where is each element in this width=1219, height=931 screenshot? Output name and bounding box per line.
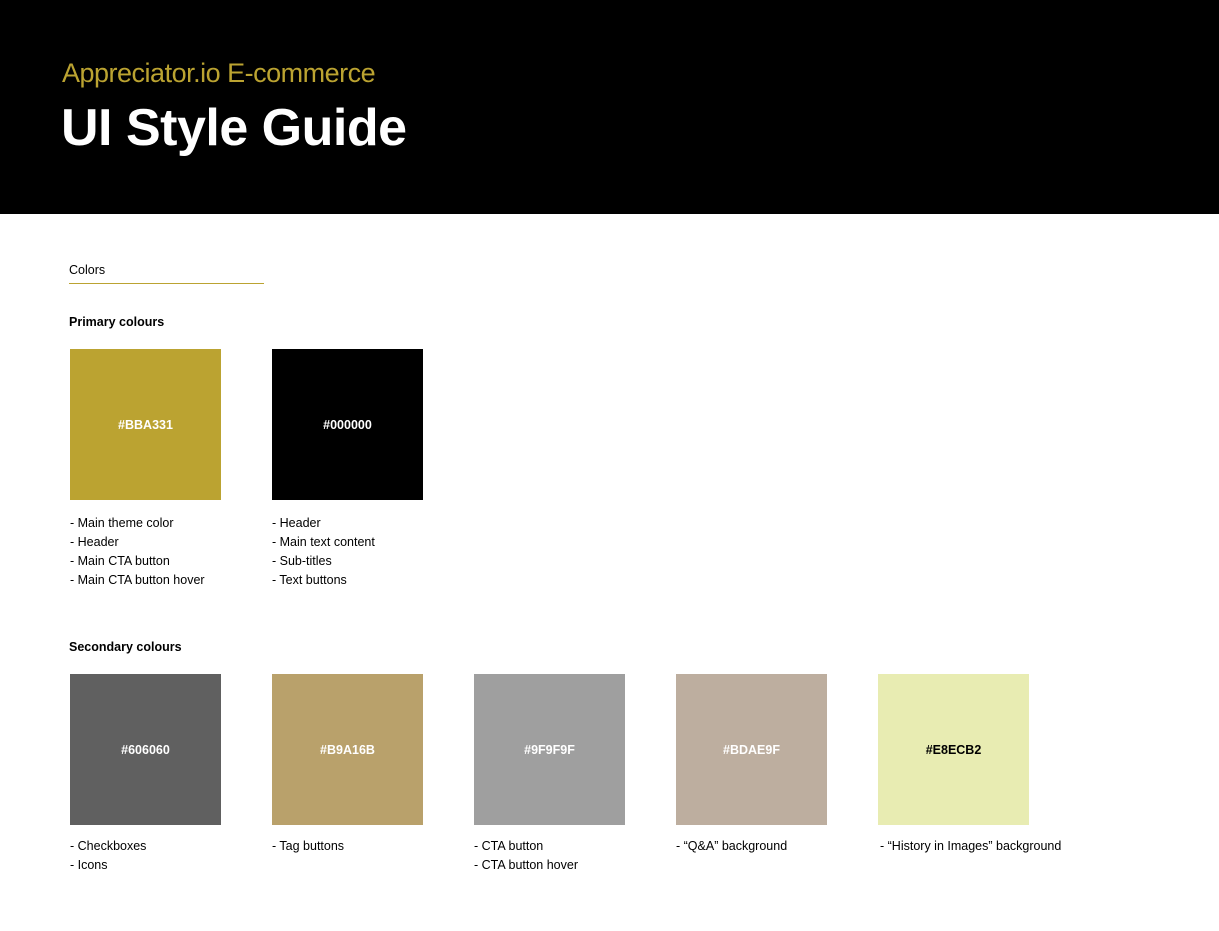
swatch-code: #606060 xyxy=(121,742,170,757)
swatch-usage-list: - Checkboxes - Icons xyxy=(70,837,146,875)
swatch-secondary-2: #9F9F9F xyxy=(474,674,625,825)
page-header: Appreciator.io E-commerce UI Style Guide xyxy=(0,0,1219,214)
swatch-code: #9F9F9F xyxy=(524,742,575,757)
swatch-secondary-3: #BDAE9F xyxy=(676,674,827,825)
usage-item: - Icons xyxy=(70,858,108,872)
swatch-secondary-1: #B9A16B xyxy=(272,674,423,825)
swatch-secondary-0: #606060 xyxy=(70,674,221,825)
swatch-usage-list: - “Q&A” background xyxy=(676,837,787,856)
page-title: UI Style Guide xyxy=(61,99,407,157)
usage-item: - “History in Images” background xyxy=(880,839,1062,853)
usage-item: - Sub-titles xyxy=(272,554,332,568)
usage-item: - Text buttons xyxy=(272,573,347,587)
swatch-code: #BDAE9F xyxy=(723,742,780,757)
swatch-primary-1: #000000 xyxy=(272,349,423,500)
primary-colours-title: Primary colours xyxy=(69,315,165,329)
swatch-code: #000000 xyxy=(323,417,372,432)
header-subtitle: Appreciator.io E-commerce xyxy=(62,58,376,88)
usage-item: - CTA button hover xyxy=(474,858,578,872)
swatch-usage-list: - Main theme color - Header - Main CTA b… xyxy=(70,514,205,590)
swatch-code: #BBA331 xyxy=(118,417,173,432)
usage-item: - Checkboxes xyxy=(70,839,147,853)
usage-item: - CTA button xyxy=(474,839,544,853)
usage-item: - Main CTA button hover xyxy=(70,573,205,587)
usage-item: - Header xyxy=(272,516,321,530)
usage-item: - “Q&A” background xyxy=(676,839,788,853)
swatch-code: #E8ECB2 xyxy=(925,742,982,757)
swatch-code: #B9A16B xyxy=(320,742,375,757)
usage-item: - Main CTA button xyxy=(70,554,170,568)
swatch-usage-list: - CTA button - CTA button hover xyxy=(474,837,578,875)
swatch-usage-list: - “History in Images” background xyxy=(880,837,1061,856)
usage-item: - Header xyxy=(70,535,119,549)
usage-item: - Tag buttons xyxy=(272,839,345,853)
swatch-usage-list: - Tag buttons xyxy=(272,837,344,856)
section-divider xyxy=(69,283,264,284)
usage-item: - Main text content xyxy=(272,535,375,549)
secondary-colours-title: Secondary colours xyxy=(69,640,182,654)
section-label-colors: Colors xyxy=(69,263,106,277)
swatch-secondary-4: #E8ECB2 xyxy=(878,674,1029,825)
swatch-usage-list: - Header - Main text content - Sub-title… xyxy=(272,514,375,590)
usage-item: - Main theme color xyxy=(70,516,174,530)
swatch-primary-0: #BBA331 xyxy=(70,349,221,500)
